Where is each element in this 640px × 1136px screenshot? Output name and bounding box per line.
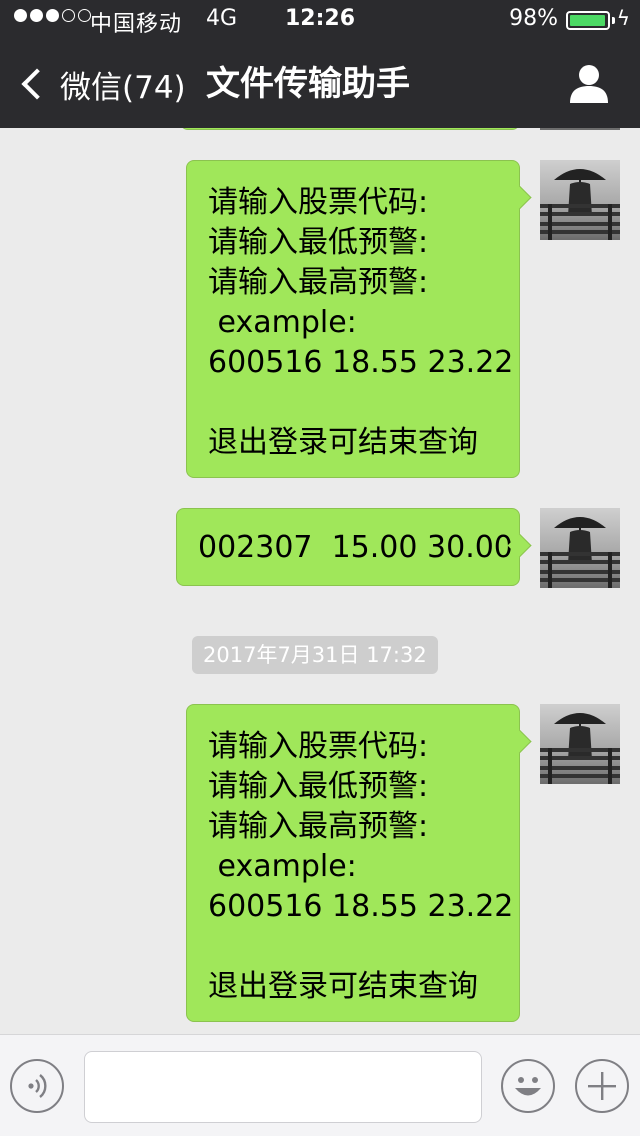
message-bubble[interactable]: 002307 15.00 30.00	[176, 508, 520, 586]
avatar[interactable]	[540, 128, 620, 130]
avatar[interactable]	[540, 160, 620, 240]
emoji-icon	[515, 1077, 541, 1096]
chat-info-button[interactable]	[568, 62, 610, 104]
message-timestamp: 2017年7月31日 17:32	[192, 636, 438, 674]
previous-message-bubble[interactable]	[180, 128, 520, 130]
voice-button[interactable]	[10, 1059, 64, 1113]
avatar[interactable]	[540, 508, 620, 588]
message-line: 600516 18.55 23.22	[208, 345, 514, 380]
back-label: 微信(74)	[60, 69, 186, 106]
message-bubble[interactable]: 请输入股票代码: 请输入最低预警: 请输入最高预警: example: 6005…	[186, 160, 520, 478]
avatar[interactable]	[540, 704, 620, 784]
battery-icon	[566, 11, 610, 30]
message-line: 002307 15.00 30.00	[198, 530, 513, 565]
message-line: example:	[208, 849, 357, 884]
message-line: 请输入股票代码:	[208, 729, 429, 764]
message-input[interactable]	[84, 1051, 482, 1123]
emoji-button[interactable]	[501, 1059, 555, 1113]
back-button[interactable]: 微信(74)	[18, 62, 186, 106]
message-line: 请输入最低预警:	[208, 225, 429, 260]
message-line: 退出登录可结束查询	[208, 425, 478, 460]
plus-icon	[588, 1072, 616, 1100]
message-bubble[interactable]: 请输入股票代码: 请输入最低预警: 请输入最高预警: example: 6005…	[186, 704, 520, 1022]
message-line: 请输入股票代码:	[208, 185, 429, 220]
message-line	[208, 927, 519, 967]
message-line: 请输入最高预警:	[208, 809, 429, 844]
message-line	[208, 383, 519, 423]
message-line: 请输入最高预警:	[208, 265, 429, 300]
charging-bolt-icon: ϟ	[616, 6, 630, 30]
voice-icon	[28, 1074, 47, 1098]
chat-title: 文件传输助手	[206, 64, 410, 104]
battery-percentage: 98%	[509, 6, 558, 31]
chat-area[interactable]: 请输入股票代码: 请输入最低预警: 请输入最高预警: example: 6005…	[0, 128, 640, 1034]
person-icon	[570, 65, 608, 103]
nav-bar: 微信(74) 文件传输助手	[0, 40, 640, 128]
message-line: 请输入最低预警:	[208, 769, 429, 804]
add-button[interactable]	[575, 1059, 629, 1113]
message-line: example:	[208, 305, 357, 340]
status-bar: 中国移动 4G 12:26 98% ϟ	[0, 0, 640, 40]
input-bar	[0, 1034, 640, 1136]
top-bar: 中国移动 4G 12:26 98% ϟ 微信(74) 文件传输助手	[0, 0, 640, 128]
chevron-left-icon	[21, 68, 53, 100]
message-line: 退出登录可结束查询	[208, 969, 478, 1004]
message-line: 600516 18.55 23.22	[208, 889, 514, 924]
